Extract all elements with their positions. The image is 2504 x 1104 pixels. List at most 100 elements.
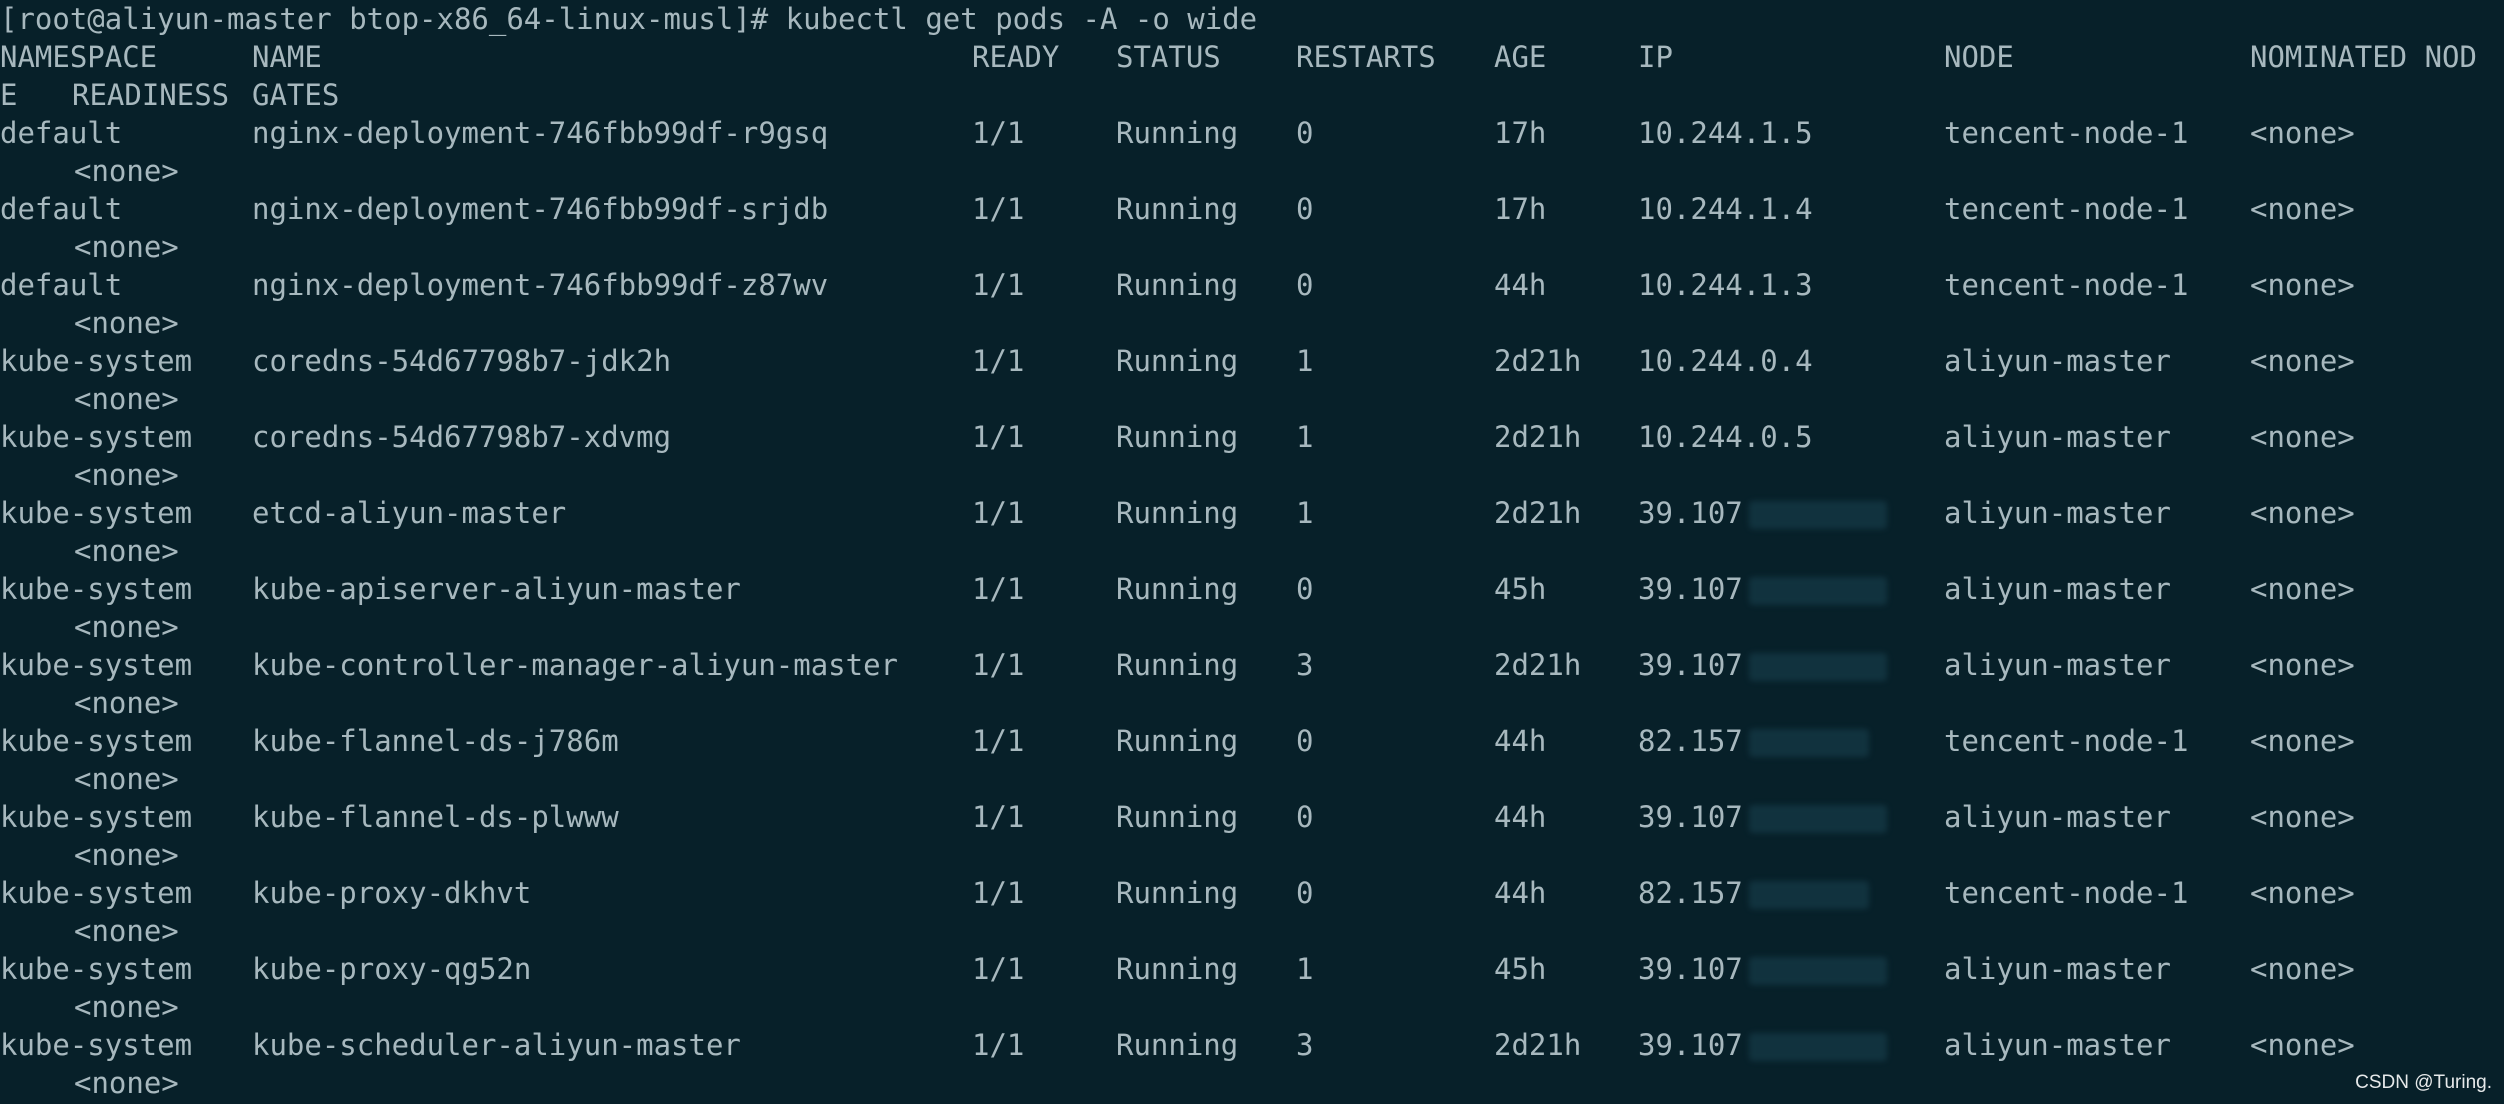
table-row-wrapped: <none> [0,760,2504,798]
cell-age: 2d21h [1494,648,1582,682]
redacted-ip-blur [1748,501,1887,529]
cell-node: aliyun-master [1944,572,2171,606]
cell-status: Running [1116,268,1239,302]
header-node: NODE [1944,40,2014,74]
cell-restarts: 1 [1296,420,1314,454]
cell-readiness-gates: <none> [74,762,179,796]
table-row: default nginx-deployment-746fbb99df-z87wv… [0,266,2504,304]
cell-ip: 10.244.1.4 [1638,192,1813,226]
table-row-wrapped: <none> [0,228,2504,266]
ip-visible-prefix: 39.107 [1638,1028,1743,1062]
cell-ip: 39.107 [1638,494,1887,532]
header-age: AGE [1494,40,1547,74]
cell-ready: 1/1 [972,116,1025,150]
cell-ready: 1/1 [972,420,1025,454]
cell-ready: 1/1 [972,268,1025,302]
cell-status: Running [1116,800,1239,834]
command-prompt: [root@aliyun-master btop-x86_64-linux-mu… [0,2,1258,36]
cell-restarts: 0 [1296,192,1314,226]
cell-namespace: kube-system [0,1028,193,1062]
cell-ip: 82.157 [1638,722,1869,760]
cell-readiness-gates: <none> [74,838,179,872]
cell-node: aliyun-master [1944,344,2171,378]
cell-namespace: kube-system [0,876,193,910]
cell-status: Running [1116,648,1239,682]
cell-node: aliyun-master [1944,1028,2171,1062]
cell-readiness-gates: <none> [74,610,179,644]
table-row: kube-system etcd-aliyun-master 1/1 Running 1… [0,494,2504,532]
header-readiness: READINESS [72,78,230,112]
cell-age: 45h [1494,952,1547,986]
cell-node: tencent-node-1 [1944,724,2189,758]
cell-restarts: 0 [1296,572,1314,606]
cell-age: 44h [1494,724,1547,758]
cell-ready: 1/1 [972,572,1025,606]
cell-readiness-gates: <none> [74,306,179,340]
cell-name: coredns-54d67798b7-jdk2h [252,344,672,378]
cell-node: tencent-node-1 [1944,268,2189,302]
cell-restarts: 0 [1296,876,1314,910]
cell-ip: 39.107 [1638,646,1887,684]
cell-nominated-node: <none> [2250,420,2355,454]
cell-nominated-node: <none> [2250,344,2355,378]
cell-age: 44h [1494,268,1547,302]
table-row: kube-system kube-proxy-dkhvt 1/1 Running 0 44… [0,874,2504,912]
ip-visible-prefix: 82.157 [1638,876,1743,910]
cell-age: 45h [1494,572,1547,606]
table-row-wrapped: <none> [0,456,2504,494]
header-ip: IP [1638,40,1673,74]
ip-visible-prefix: 82.157 [1638,724,1743,758]
cell-age: 44h [1494,800,1547,834]
cell-status: Running [1116,724,1239,758]
cell-nominated-node: <none> [2250,192,2355,226]
cell-name: kube-proxy-dkhvt [252,876,532,910]
cell-nominated-node: <none> [2250,116,2355,150]
cell-ip: 39.107 [1638,798,1887,836]
cell-name: kube-scheduler-aliyun-master [252,1028,741,1062]
cell-nominated-node: <none> [2250,724,2355,758]
cell-restarts: 0 [1296,268,1314,302]
cell-nominated-node: <none> [2250,648,2355,682]
command-prompt-line: [root@aliyun-master btop-x86_64-linux-mu… [0,0,2504,38]
table-row: kube-system coredns-54d67798b7-jdk2h 1/1 Ru… [0,342,2504,380]
table-row-wrapped: <none> [0,532,2504,570]
header-restarts: RESTARTS [1296,40,1436,74]
redacted-ip-blur [1748,957,1887,985]
cell-name: coredns-54d67798b7-xdvmg [252,420,672,454]
cell-ready: 1/1 [972,496,1025,530]
cell-namespace: kube-system [0,952,193,986]
cell-name: kube-flannel-ds-j786m [252,724,619,758]
cell-ip: 82.157 [1638,874,1869,912]
header-nominated-node: NOMINATED NOD [2250,40,2477,74]
redacted-ip-blur [1748,577,1887,605]
cell-namespace: kube-system [0,572,193,606]
cell-namespace: kube-system [0,344,193,378]
table-row: kube-system kube-scheduler-aliyun-master 1… [0,1026,2504,1064]
cell-status: Running [1116,952,1239,986]
table-row: kube-system kube-controller-manager-aliyu… [0,646,2504,684]
cell-restarts: 0 [1296,800,1314,834]
table-row-wrapped: <none> [0,988,2504,1026]
table-row-wrapped: <none> [0,380,2504,418]
redacted-ip-blur [1748,1033,1887,1061]
cell-nominated-node: <none> [2250,876,2355,910]
cell-node: tencent-node-1 [1944,876,2189,910]
cell-nominated-node: <none> [2250,1028,2355,1062]
cell-namespace: kube-system [0,800,193,834]
cell-status: Running [1116,876,1239,910]
cell-age: 2d21h [1494,496,1582,530]
cell-status: Running [1116,572,1239,606]
terminal-window[interactable]: [root@aliyun-master btop-x86_64-linux-mu… [0,0,2504,1104]
cell-ip: 10.244.1.5 [1638,116,1813,150]
cell-ip: 39.107 [1638,570,1887,608]
cell-age: 2d21h [1494,1028,1582,1062]
cell-ready: 1/1 [972,724,1025,758]
table-header-row-wrapped: E READINESS GATES [0,76,2504,114]
header-namespace: NAMESPACE [0,40,158,74]
cell-ready: 1/1 [972,648,1025,682]
cell-nominated-node: <none> [2250,268,2355,302]
cell-name: etcd-aliyun-master [252,496,567,530]
cell-readiness-gates: <none> [74,914,179,948]
table-row: kube-system kube-proxy-qg52n 1/1 Running 1 45… [0,950,2504,988]
cell-node: aliyun-master [1944,800,2171,834]
